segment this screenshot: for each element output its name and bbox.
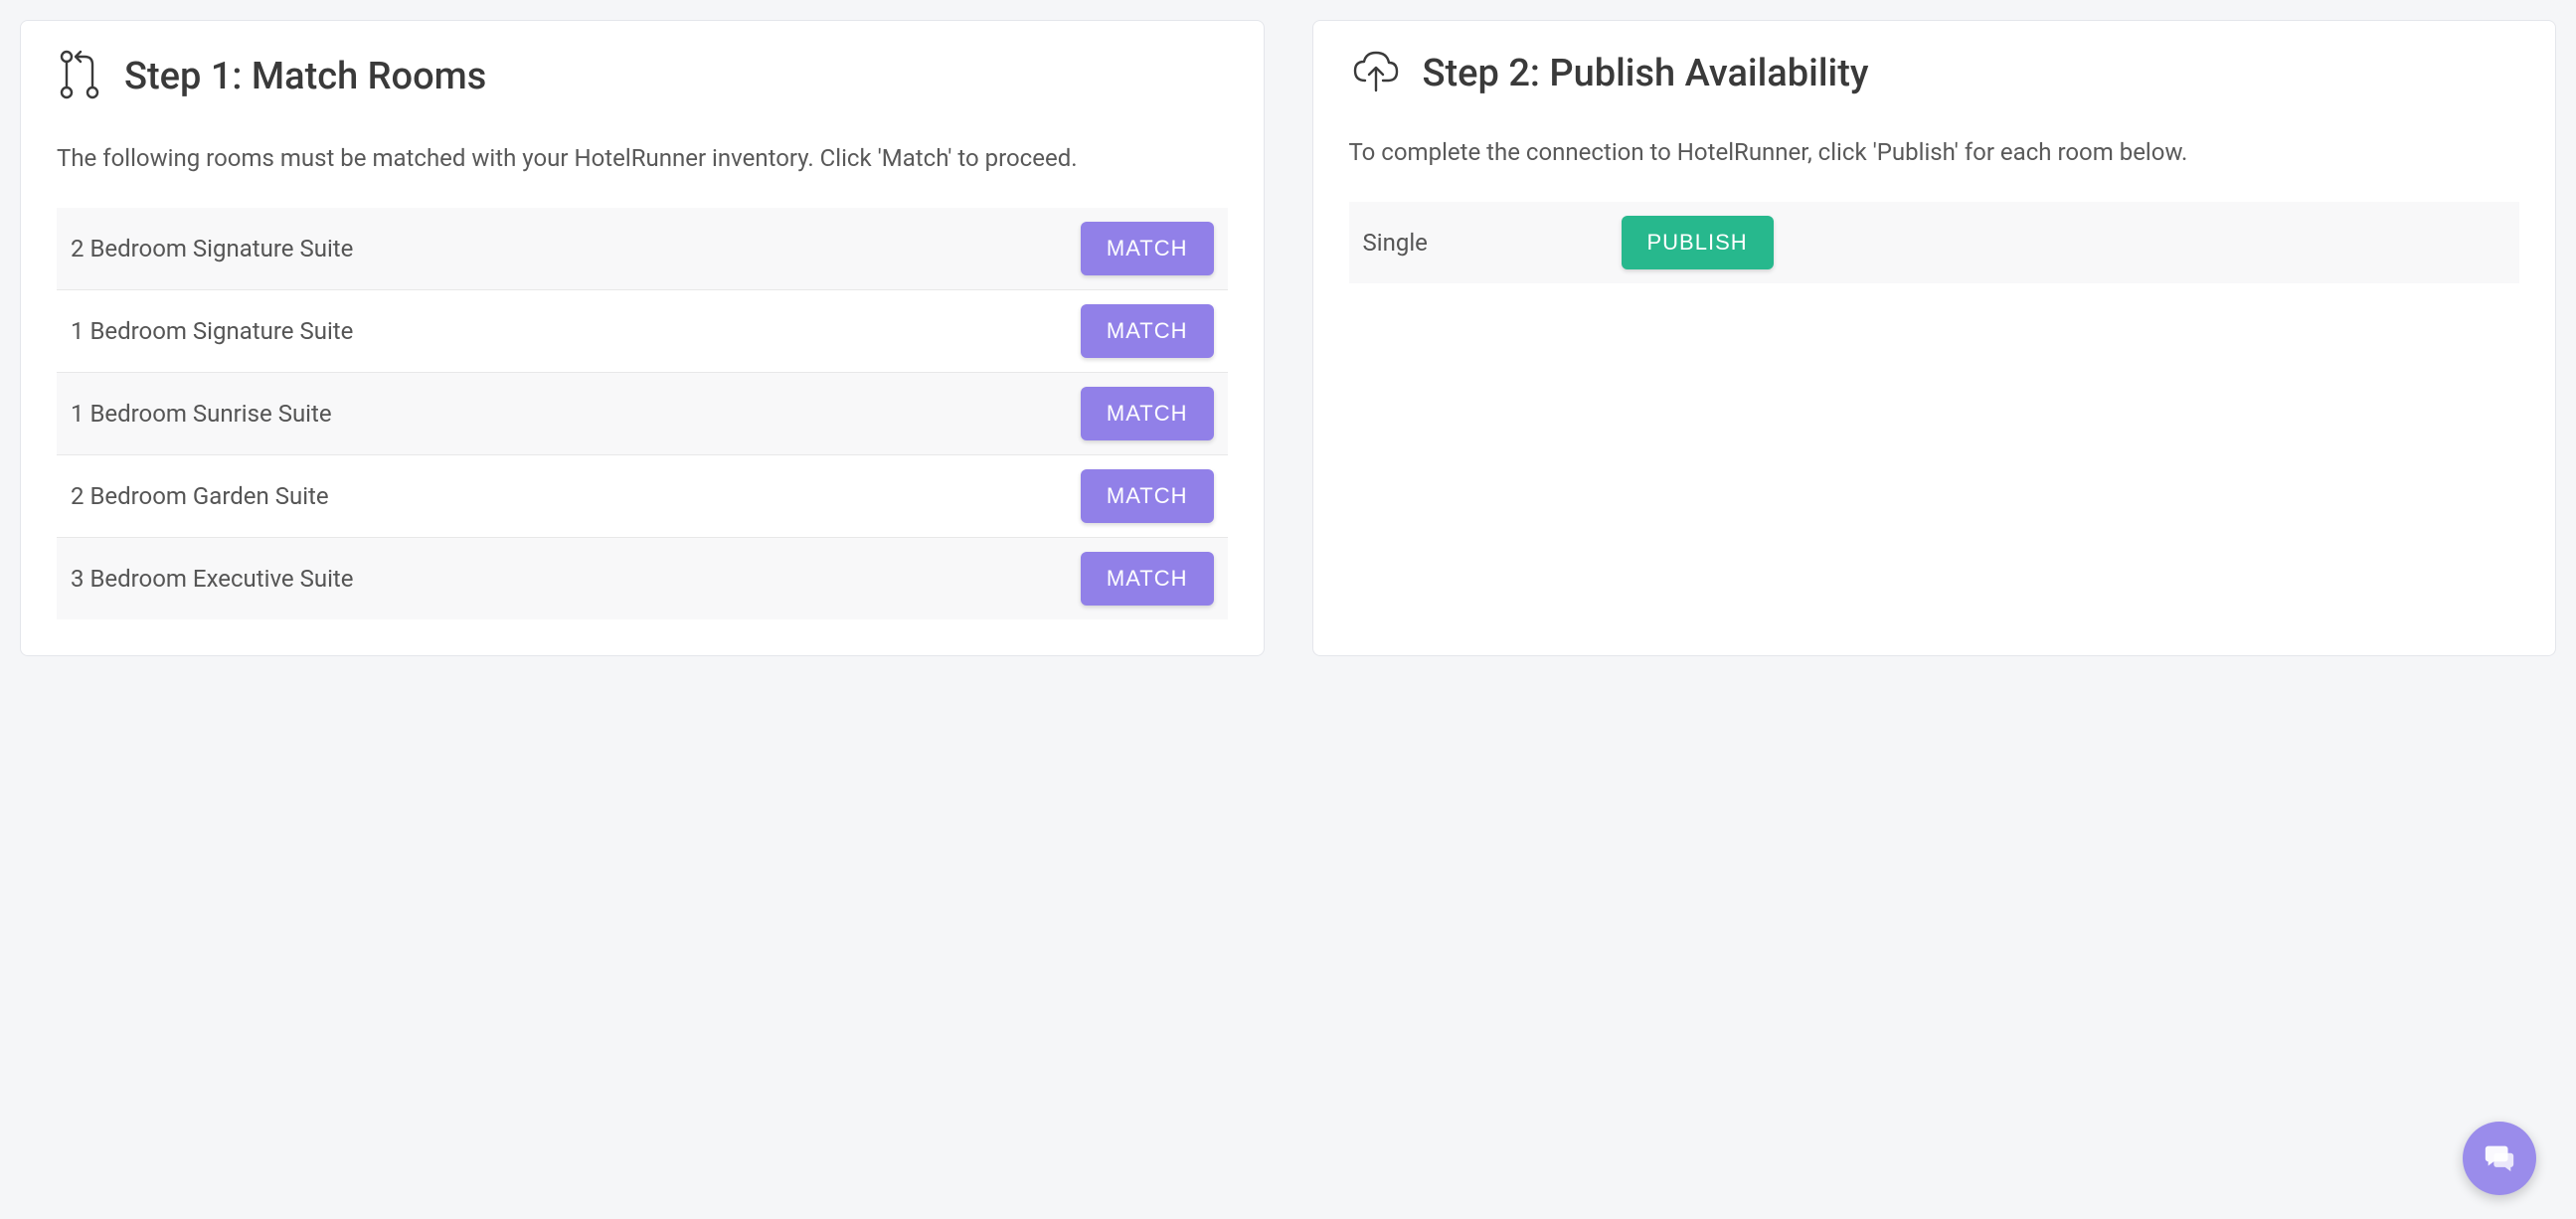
step2-description: To complete the connection to HotelRunne… bbox=[1349, 134, 2520, 170]
room-name: 1 Bedroom Sunrise Suite bbox=[71, 400, 332, 428]
room-name: 2 Bedroom Garden Suite bbox=[71, 482, 329, 510]
room-row: 1 Bedroom Sunrise Suite MATCH bbox=[57, 373, 1228, 455]
step2-card: Step 2: Publish Availability To complete… bbox=[1312, 20, 2557, 656]
chat-icon bbox=[2483, 1140, 2516, 1177]
match-button[interactable]: MATCH bbox=[1081, 304, 1214, 358]
step2-room-list: Single PUBLISH bbox=[1349, 202, 2520, 283]
room-row: 3 Bedroom Executive Suite MATCH bbox=[57, 538, 1228, 619]
step1-description: The following rooms must be matched with… bbox=[57, 140, 1228, 176]
chat-fab[interactable] bbox=[2463, 1122, 2536, 1195]
room-name: 3 Bedroom Executive Suite bbox=[71, 565, 354, 593]
publish-row: Single PUBLISH bbox=[1349, 202, 2520, 283]
steps-container: Step 1: Match Rooms The following rooms … bbox=[20, 20, 2556, 656]
pull-request-icon bbox=[57, 49, 104, 104]
step1-header: Step 1: Match Rooms bbox=[57, 49, 1228, 104]
step1-card: Step 1: Match Rooms The following rooms … bbox=[20, 20, 1265, 656]
match-button[interactable]: MATCH bbox=[1081, 222, 1214, 275]
step2-title: Step 2: Publish Availability bbox=[1423, 52, 1869, 95]
step1-title: Step 1: Match Rooms bbox=[124, 55, 486, 98]
step2-header: Step 2: Publish Availability bbox=[1349, 49, 2520, 98]
room-name: 2 Bedroom Signature Suite bbox=[71, 235, 353, 262]
cloud-upload-icon bbox=[1349, 49, 1403, 98]
publish-button[interactable]: PUBLISH bbox=[1622, 216, 1774, 269]
room-row: 2 Bedroom Garden Suite MATCH bbox=[57, 455, 1228, 538]
room-name: 1 Bedroom Signature Suite bbox=[71, 317, 353, 345]
match-button[interactable]: MATCH bbox=[1081, 552, 1214, 606]
match-button[interactable]: MATCH bbox=[1081, 387, 1214, 440]
room-row: 2 Bedroom Signature Suite MATCH bbox=[57, 208, 1228, 290]
room-name: Single bbox=[1363, 229, 1622, 257]
room-row: 1 Bedroom Signature Suite MATCH bbox=[57, 290, 1228, 373]
match-button[interactable]: MATCH bbox=[1081, 469, 1214, 523]
step1-room-list: 2 Bedroom Signature Suite MATCH 1 Bedroo… bbox=[57, 208, 1228, 619]
